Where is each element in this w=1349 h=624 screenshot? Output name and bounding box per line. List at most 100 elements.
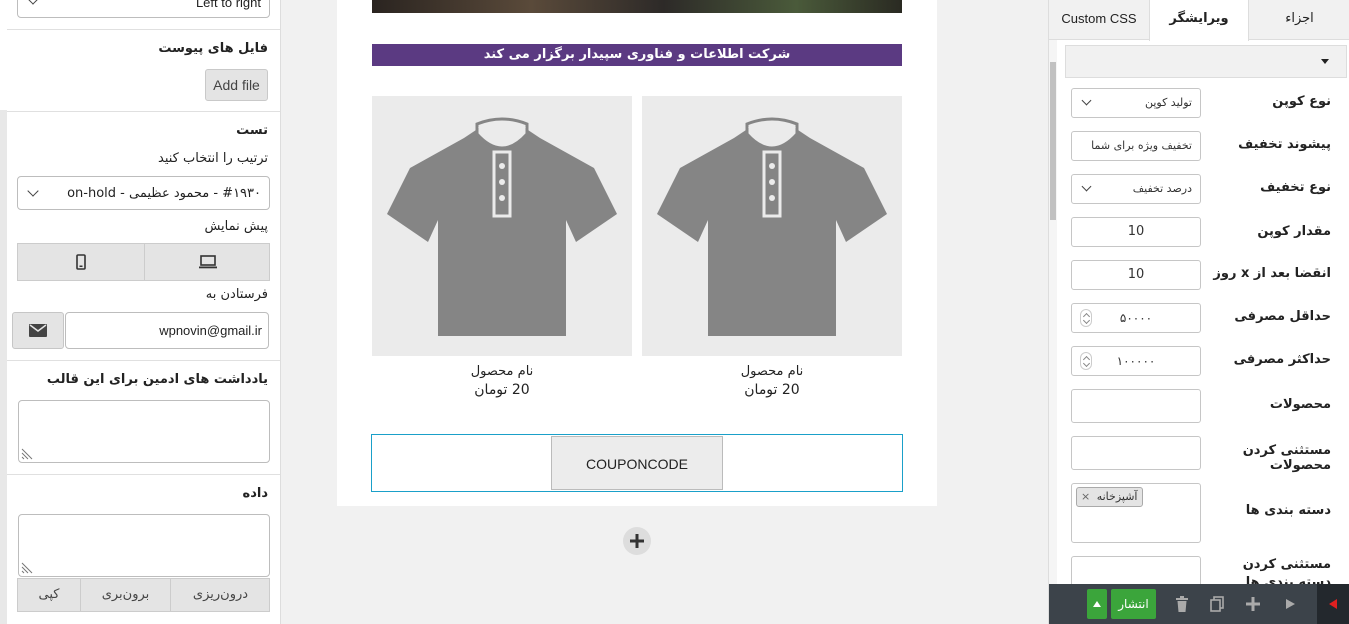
- expire-after-value: 10: [1127, 267, 1145, 282]
- remove-tag-icon[interactable]: ×: [1081, 490, 1090, 503]
- caret-down-icon: [1321, 59, 1329, 64]
- tab-editor[interactable]: ویرایشگر: [1149, 0, 1249, 41]
- product-name: نام محصول: [740, 364, 804, 379]
- caret-up-icon: [1093, 601, 1101, 607]
- trash-icon[interactable]: [1174, 596, 1190, 612]
- play-back-button[interactable]: [1317, 584, 1349, 624]
- expire-after-input[interactable]: 10: [1071, 260, 1201, 290]
- discount-type-value: درصد تخفیف: [1132, 182, 1192, 195]
- coupon-block[interactable]: COUPONCODE: [371, 434, 903, 492]
- publish-options-button[interactable]: [1087, 589, 1107, 619]
- product-price: 20 تومان: [744, 382, 800, 398]
- left-settings-panel: Left to right فایل های پیوست Add file تس…: [0, 0, 281, 624]
- coupon-amount-value: 10: [1127, 224, 1145, 239]
- send-to-email-input[interactable]: wpnovin@gmail.ir: [65, 312, 269, 349]
- min-spend-value: ۵۰۰۰۰: [1119, 311, 1153, 325]
- min-spend-label: حداقل مصرفی: [1234, 309, 1331, 324]
- send-to-email-value: wpnovin@gmail.ir: [159, 323, 262, 338]
- tshirt-icon: [657, 117, 887, 336]
- discount-prefix-label: پیشوند تخفیف: [1238, 137, 1331, 152]
- coupon-amount-label: مقدار کوپن: [1257, 224, 1331, 239]
- add-icon[interactable]: [1245, 596, 1261, 612]
- plus-icon: [630, 534, 644, 548]
- product-price: 20 تومان: [474, 382, 530, 398]
- category-tag[interactable]: آشپزخانه ×: [1076, 487, 1143, 507]
- coupon-type-select[interactable]: تولید کوپن: [1071, 88, 1201, 118]
- spinner-icon[interactable]: [1080, 309, 1092, 327]
- data-textarea[interactable]: [18, 514, 270, 577]
- category-tag-label: آشپزخانه: [1096, 490, 1138, 503]
- preview-label: پیش نمایش: [204, 219, 268, 234]
- product-name: نام محصول: [470, 364, 534, 379]
- bottom-toolbar: انتشار: [1049, 584, 1349, 624]
- exclude-products-input[interactable]: [1071, 436, 1201, 470]
- resize-handle-icon[interactable]: [21, 448, 33, 460]
- admin-notes-textarea[interactable]: [18, 400, 270, 463]
- order-select-value: #۱۹۳۰ - محمود عظیمی - on-hold: [67, 186, 261, 201]
- order-select[interactable]: #۱۹۳۰ - محمود عظیمی - on-hold: [17, 176, 270, 210]
- envelope-icon: [29, 324, 47, 337]
- send-to-label: فرستادن به: [205, 287, 268, 302]
- scrollbar-thumb[interactable]: [1050, 62, 1056, 220]
- import-tab[interactable]: درون‌ریزی: [171, 579, 270, 611]
- coupon-type-label: نوع کوپن: [1272, 94, 1331, 109]
- hero-image: [372, 0, 902, 13]
- coupon-code-box[interactable]: COUPONCODE: [551, 436, 723, 490]
- send-email-button[interactable]: [12, 312, 64, 349]
- chevron-down-icon: [1081, 181, 1092, 192]
- copy-tab[interactable]: کپی: [18, 579, 81, 611]
- max-spend-value: ۱۰۰۰۰۰: [1116, 354, 1156, 368]
- email-canvas: شرکت اطلاعات و فناوری سپیدار برگزار می ک…: [337, 0, 937, 506]
- tab-elements[interactable]: اجزاء: [1249, 0, 1349, 40]
- expire-after-label: انقضا بعد از x روز: [1213, 266, 1331, 281]
- attachments-title: فایل های پیوست: [158, 41, 268, 56]
- chevron-down-icon: [1081, 95, 1092, 106]
- discount-type-label: نوع تخفیف: [1260, 180, 1331, 195]
- products-input[interactable]: [1071, 389, 1201, 423]
- chevron-down-icon: [27, 185, 39, 197]
- product-image: [642, 96, 902, 356]
- collapse-header[interactable]: [1065, 45, 1347, 78]
- tab-custom-css[interactable]: Custom CSS: [1049, 0, 1149, 40]
- mobile-icon: [76, 254, 86, 270]
- discount-prefix-input[interactable]: تخفیف ویژه برای شما: [1071, 131, 1201, 161]
- desktop-preview-button[interactable]: [145, 244, 270, 280]
- desktop-icon: [199, 255, 217, 269]
- admin-notes-title: یادداشت های ادمین برای این قالب: [46, 372, 268, 387]
- product-image: [372, 96, 632, 356]
- data-title: داده: [242, 486, 268, 501]
- max-spend-label: حداکثر مصرفی: [1233, 352, 1331, 367]
- spinner-icon[interactable]: [1080, 352, 1092, 370]
- add-block-button[interactable]: [623, 527, 651, 555]
- max-spend-input[interactable]: ۱۰۰۰۰۰: [1071, 346, 1201, 376]
- order-label: ترتیب را انتخاب کنید: [158, 151, 268, 166]
- export-tab[interactable]: برون‌بری: [81, 579, 171, 611]
- scrollbar[interactable]: [1049, 40, 1057, 584]
- categories-input[interactable]: آشپزخانه ×: [1071, 483, 1201, 543]
- exclude-products-label: مستثنی کردن محصولات: [1242, 443, 1331, 473]
- right-editor-panel: Custom CSS ویرایشگر اجزاء نوع کوپن تولید…: [1048, 0, 1349, 624]
- resize-handle-icon[interactable]: [21, 562, 33, 574]
- event-banner: شرکت اطلاعات و فناوری سپیدار برگزار می ک…: [372, 44, 902, 66]
- product-card[interactable]: نام محصول 20 تومان: [372, 96, 632, 398]
- min-spend-input[interactable]: ۵۰۰۰۰: [1071, 303, 1201, 333]
- tshirt-icon: [387, 117, 617, 336]
- discount-type-select[interactable]: درصد تخفیف: [1071, 174, 1201, 204]
- publish-button[interactable]: انتشار: [1111, 589, 1156, 619]
- panel-edge: [0, 110, 7, 624]
- data-tabs: کپی برون‌بری درون‌ریزی: [17, 578, 270, 612]
- discount-prefix-value: تخفیف ویژه برای شما: [1091, 139, 1192, 152]
- products-label: محصولات: [1269, 397, 1331, 412]
- attachments-section: فایل های پیوست Add file: [7, 30, 280, 112]
- categories-label: دسته بندی ها: [1245, 503, 1331, 518]
- duplicate-icon[interactable]: [1209, 596, 1225, 612]
- mobile-preview-button[interactable]: [18, 244, 145, 280]
- test-title: تست: [236, 123, 268, 138]
- play-icon[interactable]: [1286, 599, 1295, 609]
- arrow-left-icon: [1329, 599, 1337, 609]
- preview-toggle: [17, 243, 270, 281]
- product-card[interactable]: نام محصول 20 تومان: [642, 96, 902, 398]
- coupon-amount-input[interactable]: 10: [1071, 217, 1201, 247]
- coupon-type-value: تولید کوپن: [1144, 96, 1192, 109]
- add-file-button[interactable]: Add file: [205, 69, 268, 101]
